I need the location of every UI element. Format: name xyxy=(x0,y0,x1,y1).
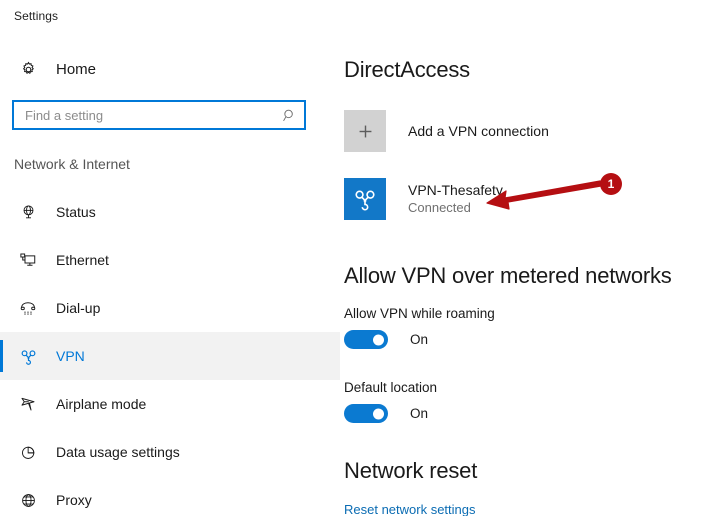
sidebar-nav-list: Status Ethernet Dial-up VPN Airplane mod… xyxy=(0,188,340,524)
sidebar-item-home[interactable]: Home xyxy=(0,50,330,88)
vpn-knot-icon xyxy=(8,347,48,366)
vpn-connection-status: Connected xyxy=(408,200,471,215)
selection-accent-bar xyxy=(0,388,3,420)
toggle-caption-allow-vpn-roaming: Allow VPN while roaming xyxy=(344,306,495,321)
vpn-connection-item[interactable]: VPN-Thesafety Connected xyxy=(344,178,644,220)
window-title: Settings xyxy=(14,9,59,23)
sidebar-item-proxy[interactable]: Proxy xyxy=(0,476,340,524)
heading-directaccess: DirectAccess xyxy=(344,57,470,82)
add-vpn-connection-label: Add a VPN connection xyxy=(408,123,549,139)
vpn-knot-icon xyxy=(344,178,386,220)
sidebar-item-vpn-label: VPN xyxy=(56,348,85,364)
title-bar: Settings xyxy=(0,0,706,40)
sidebar-item-dialup-label: Dial-up xyxy=(56,300,101,316)
sidebar-item-ethernet[interactable]: Ethernet xyxy=(0,236,340,284)
sidebar-item-data-usage-settings-label: Data usage settings xyxy=(56,444,180,460)
globe-icon xyxy=(8,492,48,509)
toggle-line-default-location: On xyxy=(344,404,437,423)
heading-allow-vpn-metered: Allow VPN over metered networks xyxy=(344,263,672,288)
sidebar-item-ethernet-label: Ethernet xyxy=(56,252,109,268)
dialup-phone-icon xyxy=(8,299,48,317)
sidebar-item-data-usage-settings[interactable]: Data usage settings xyxy=(0,428,340,476)
settings-window: Settings Home Network & Internet xyxy=(0,0,706,516)
selection-accent-bar xyxy=(0,292,3,324)
main-content: DirectAccess Add a VPN connection VPN-Th… xyxy=(340,40,706,516)
toggle-allow-vpn-roaming[interactable] xyxy=(344,330,388,349)
ethernet-icon xyxy=(8,251,48,269)
selection-accent-bar xyxy=(0,340,3,372)
sidebar-item-status[interactable]: Status xyxy=(0,188,340,236)
toggle-line-allow-vpn-roaming: On xyxy=(344,330,495,349)
selection-accent-bar xyxy=(0,436,3,468)
sidebar-item-airplane-mode-label: Airplane mode xyxy=(56,396,147,412)
add-vpn-connection-button[interactable]: Add a VPN connection xyxy=(344,110,644,152)
selection-accent-bar xyxy=(0,244,3,276)
toggle-state-allow-vpn-roaming: On xyxy=(410,332,429,347)
airplane-icon xyxy=(8,395,48,413)
toggle-default-location[interactable] xyxy=(344,404,388,423)
toggle-state-default-location: On xyxy=(410,406,429,421)
sidebar-category-label: Network & Internet xyxy=(14,156,130,172)
toggle-knob xyxy=(373,334,384,345)
pie-chart-icon xyxy=(8,444,48,461)
heading-network-reset: Network reset xyxy=(344,458,478,483)
sidebar-item-airplane-mode[interactable]: Airplane mode xyxy=(0,380,340,428)
toggle-caption-default-location: Default location xyxy=(344,380,438,395)
search-input[interactable] xyxy=(14,102,274,128)
selection-accent-bar xyxy=(0,196,3,228)
globe-monitor-icon xyxy=(8,204,48,221)
sidebar-item-vpn[interactable]: VPN xyxy=(0,332,340,380)
selection-accent-bar xyxy=(0,484,3,516)
sidebar-item-home-label: Home xyxy=(56,60,97,78)
sidebar-item-proxy-label: Proxy xyxy=(56,492,92,508)
toggle-group-allow-vpn-roaming: Allow VPN while roaming On xyxy=(344,306,495,349)
vpn-connection-text: VPN-Thesafety Connected xyxy=(408,181,503,217)
sidebar-item-status-label: Status xyxy=(56,204,96,220)
gear-icon xyxy=(8,61,48,78)
network-reset-link[interactable]: Reset network settings xyxy=(344,502,476,516)
vpn-connection-name: VPN-Thesafety xyxy=(408,182,503,198)
toggle-knob xyxy=(373,408,384,419)
plus-icon xyxy=(344,110,386,152)
search-icon[interactable] xyxy=(274,108,304,123)
sidebar: Home Network & Internet xyxy=(0,40,340,516)
search-box[interactable] xyxy=(12,100,306,130)
sidebar-item-dialup[interactable]: Dial-up xyxy=(0,284,340,332)
toggle-group-default-location: Default location On xyxy=(344,380,437,423)
